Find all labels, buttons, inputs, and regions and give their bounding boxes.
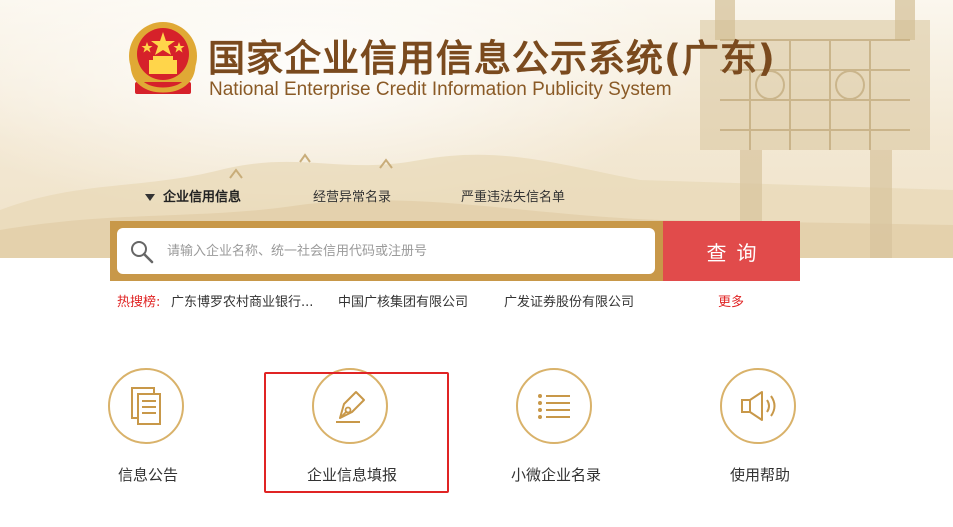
national-emblem-icon: [129, 22, 197, 94]
feature-icon-circle: [108, 368, 184, 444]
feature-label: 信息公告: [117, 466, 178, 484]
speaker-icon: [741, 391, 776, 421]
search-field-container: [117, 228, 655, 274]
tab-serious-violation[interactable]: 严重违法失信名单: [461, 186, 565, 205]
page-subtitle: National Enterprise Credit Information P…: [209, 79, 672, 100]
search-box: [110, 221, 663, 281]
tab-enterprise-credit[interactable]: 企业信用信息: [145, 186, 241, 205]
tab-label: 企业信用信息: [163, 190, 242, 205]
search-input[interactable]: [167, 228, 637, 274]
tab-label: 严重违法失信名单: [461, 190, 566, 205]
hot-search-item[interactable]: 中国广核集团有限公司: [338, 291, 468, 310]
search-button[interactable]: 查询: [663, 221, 800, 281]
hot-search-item[interactable]: 广东博罗农村商业银行...: [171, 291, 313, 310]
feature-usage-help[interactable]: 使用帮助: [680, 368, 840, 488]
tab-label: 经营异常名录: [313, 190, 392, 205]
document-icon: [131, 387, 161, 425]
highlight-annotation-box: [264, 372, 449, 493]
feature-icon-circle: [516, 368, 592, 444]
hot-search-more-link[interactable]: 更多: [718, 291, 744, 310]
feature-small-micro-enterprise-list[interactable]: 小微企业名录: [476, 368, 636, 488]
tab-abnormal-operation[interactable]: 经营异常名录: [313, 186, 391, 205]
hot-search-item[interactable]: 广发证券股份有限公司: [504, 291, 634, 310]
feature-label: 小微企业名录: [510, 466, 601, 484]
search-icon: [131, 241, 154, 264]
hot-search-label: 热搜榜:: [117, 295, 161, 310]
list-icon: [538, 394, 570, 419]
caret-down-icon: [145, 194, 155, 201]
feature-info-announcement[interactable]: 信息公告: [68, 368, 228, 488]
feature-label: 使用帮助: [729, 466, 790, 484]
page-title: 国家企业信用信息公示系统(广东): [208, 37, 776, 80]
feature-icon-circle: [720, 368, 796, 444]
